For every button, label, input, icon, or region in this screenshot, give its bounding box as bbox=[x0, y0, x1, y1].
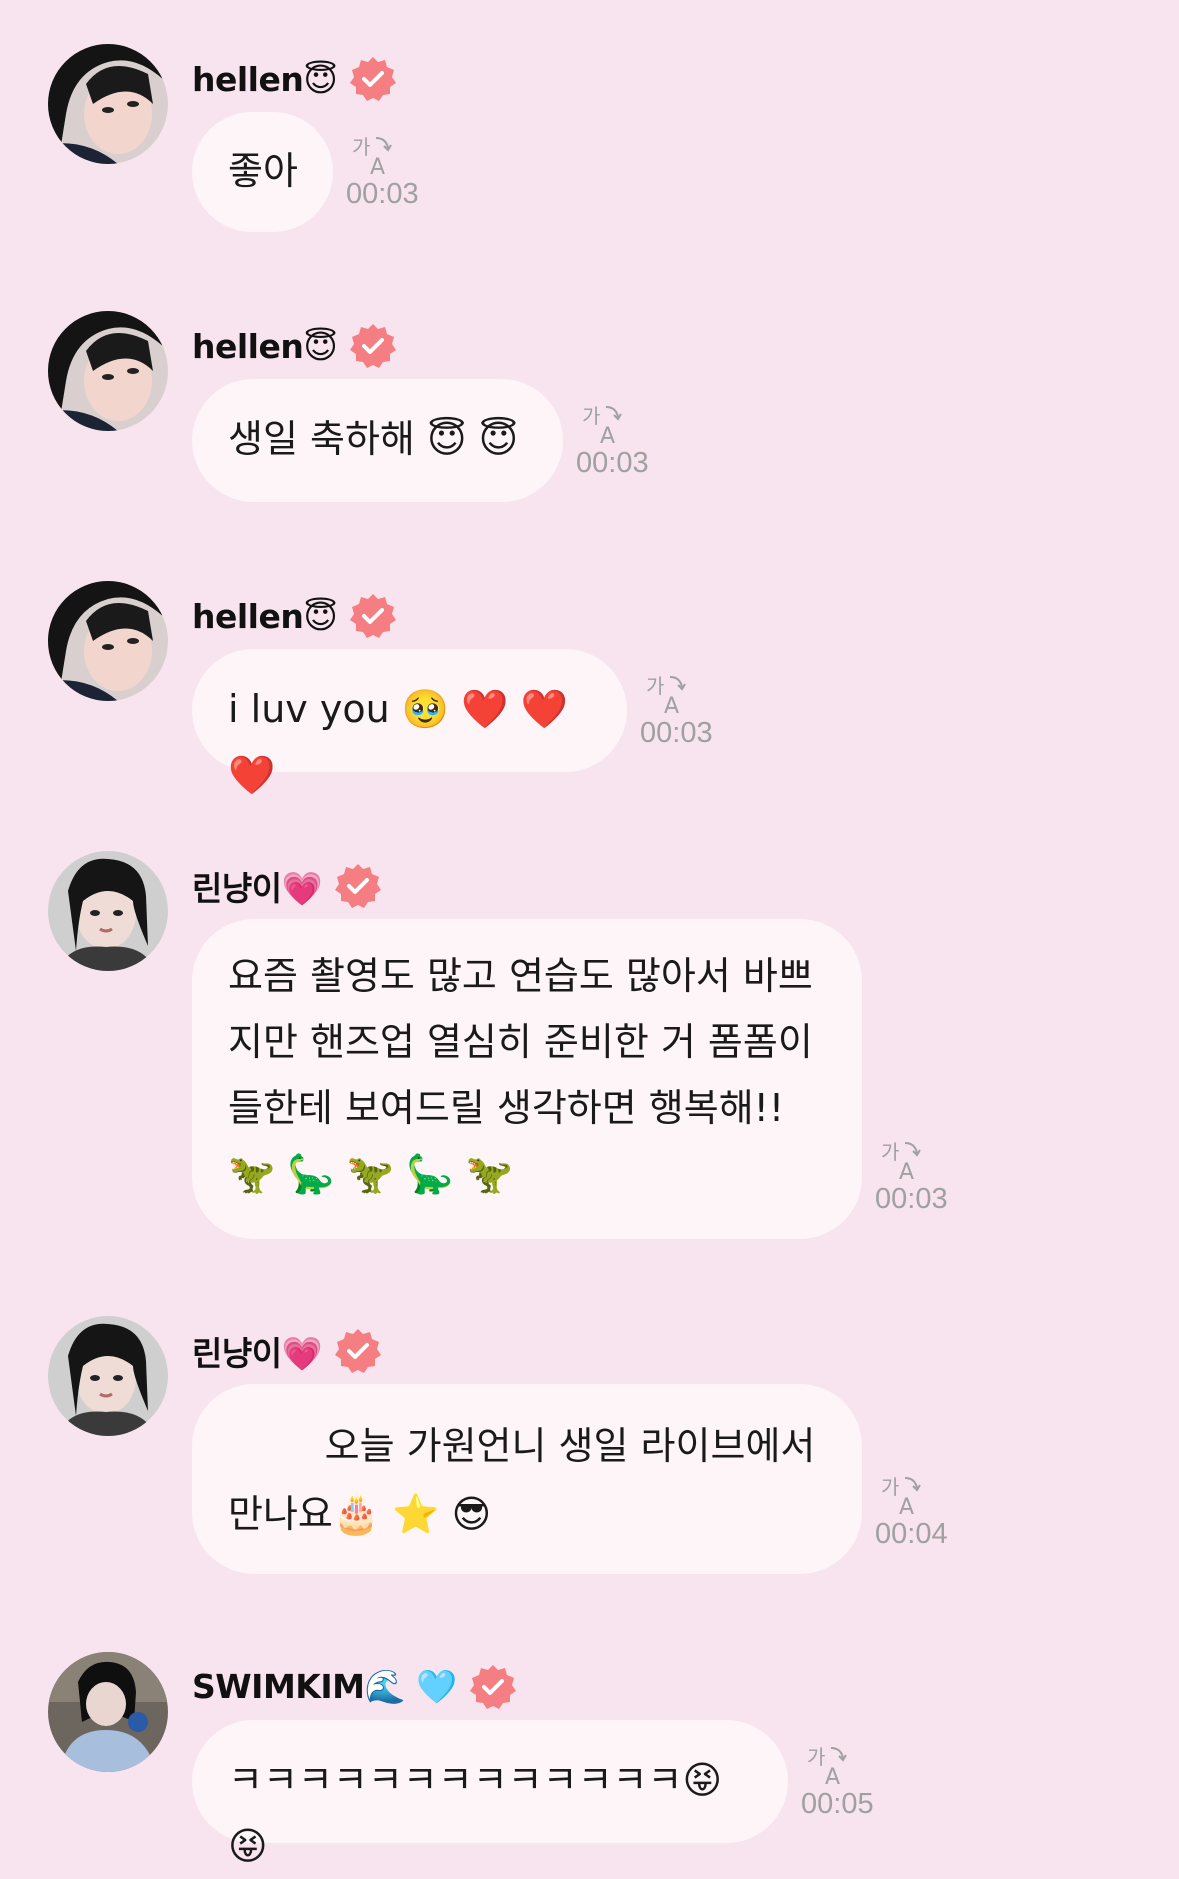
translate-icon[interactable]: 가A bbox=[805, 1742, 851, 1788]
timestamp: 00:03 bbox=[346, 178, 419, 210]
message-bubble[interactable]: i luv you 🥹 ❤️ ❤️ ❤️ bbox=[192, 649, 627, 797]
svg-text:A: A bbox=[899, 1160, 914, 1183]
timestamp: 00:04 bbox=[875, 1518, 948, 1550]
message-meta: 가A 00:03 bbox=[576, 401, 686, 480]
message-bubble[interactable]: 요즘 촬영도 많고 연습도 많아서 바쁘 지만 핸즈업 열심히 준비한 거 폼폼… bbox=[192, 919, 862, 1239]
message-text: i luv you 🥹 ❤️ ❤️ ❤️ bbox=[228, 687, 580, 797]
message-meta: 가A 00:03 bbox=[875, 1137, 985, 1216]
message-text: 요즘 촬영도 많고 연습도 많아서 바쁘 지만 핸즈업 열심히 준비한 거 폼폼… bbox=[228, 954, 813, 1196]
message-bubble[interactable]: 생일 축하해 😇 😇 bbox=[192, 379, 563, 502]
sender-row: SWIMKIM🌊 🩵 bbox=[192, 1662, 517, 1712]
svg-text:A: A bbox=[370, 155, 385, 178]
message-meta: 가A 00:03 bbox=[346, 132, 456, 211]
timestamp: 00:03 bbox=[576, 447, 649, 479]
message-meta: 가A 00:05 bbox=[801, 1742, 911, 1821]
sender-row: hellen😇 bbox=[192, 54, 397, 104]
translate-icon[interactable]: 가A bbox=[350, 132, 396, 178]
avatar[interactable] bbox=[48, 44, 168, 164]
translate-icon[interactable]: 가A bbox=[879, 1137, 925, 1183]
sender-name[interactable]: hellen😇 bbox=[192, 60, 338, 99]
verified-badge-icon bbox=[349, 55, 397, 103]
message-text: 좋아 bbox=[228, 149, 298, 193]
verified-badge-icon bbox=[334, 1327, 382, 1375]
svg-text:A: A bbox=[825, 1765, 840, 1788]
svg-text:A: A bbox=[600, 424, 615, 447]
verified-badge-icon bbox=[349, 322, 397, 370]
svg-text:A: A bbox=[664, 694, 679, 717]
message-bubble[interactable]: 오늘 가원언니 생일 라이브에서 만나요🎂 ⭐️ 😎 bbox=[192, 1384, 862, 1574]
message-text: ㅋㅋㅋㅋㅋㅋㅋㅋㅋㅋㅋㅋㅋ😝 😝 bbox=[228, 1758, 735, 1868]
svg-text:가: 가 bbox=[352, 135, 370, 159]
svg-text:가: 가 bbox=[646, 674, 664, 698]
translate-icon[interactable]: 가A bbox=[644, 671, 690, 717]
sender-name[interactable]: hellen😇 bbox=[192, 597, 338, 636]
sender-name[interactable]: 린냥이💗 bbox=[192, 862, 323, 910]
avatar[interactable] bbox=[48, 1316, 168, 1436]
svg-text:가: 가 bbox=[807, 1745, 825, 1769]
message-meta: 가A 00:04 bbox=[875, 1472, 985, 1551]
timestamp: 00:05 bbox=[801, 1788, 874, 1820]
sender-row: hellen😇 bbox=[192, 321, 397, 371]
timestamp: 00:03 bbox=[875, 1183, 948, 1215]
avatar[interactable] bbox=[48, 311, 168, 431]
svg-text:A: A bbox=[899, 1495, 914, 1518]
message-meta: 가A 00:03 bbox=[640, 671, 750, 750]
svg-text:가: 가 bbox=[582, 404, 600, 428]
translate-icon[interactable]: 가A bbox=[879, 1472, 925, 1518]
sender-row: 린냥이💗 bbox=[192, 861, 382, 911]
avatar[interactable] bbox=[48, 581, 168, 701]
avatar[interactable] bbox=[48, 1652, 168, 1772]
svg-text:가: 가 bbox=[881, 1475, 899, 1499]
message-bubble[interactable]: ㅋㅋㅋㅋㅋㅋㅋㅋㅋㅋㅋㅋㅋ😝 😝 bbox=[192, 1720, 788, 1868]
sender-name[interactable]: 린냥이💗 bbox=[192, 1327, 323, 1375]
message-bubble[interactable]: 좋아 bbox=[192, 112, 333, 232]
message-text: 생일 축하해 😇 😇 bbox=[228, 417, 519, 461]
verified-badge-icon bbox=[349, 592, 397, 640]
message-text: 오늘 가원언니 생일 라이브에서 만나요🎂 ⭐️ 😎 bbox=[228, 1424, 816, 1536]
translate-icon[interactable]: 가A bbox=[580, 401, 626, 447]
timestamp: 00:03 bbox=[640, 717, 713, 749]
avatar[interactable] bbox=[48, 851, 168, 971]
verified-badge-icon bbox=[469, 1663, 517, 1711]
sender-row: hellen😇 bbox=[192, 591, 397, 641]
sender-row: 린냥이💗 bbox=[192, 1326, 382, 1376]
sender-name[interactable]: SWIMKIM🌊 🩵 bbox=[192, 1667, 457, 1707]
verified-badge-icon bbox=[334, 862, 382, 910]
svg-text:가: 가 bbox=[881, 1140, 899, 1164]
sender-name[interactable]: hellen😇 bbox=[192, 327, 338, 366]
